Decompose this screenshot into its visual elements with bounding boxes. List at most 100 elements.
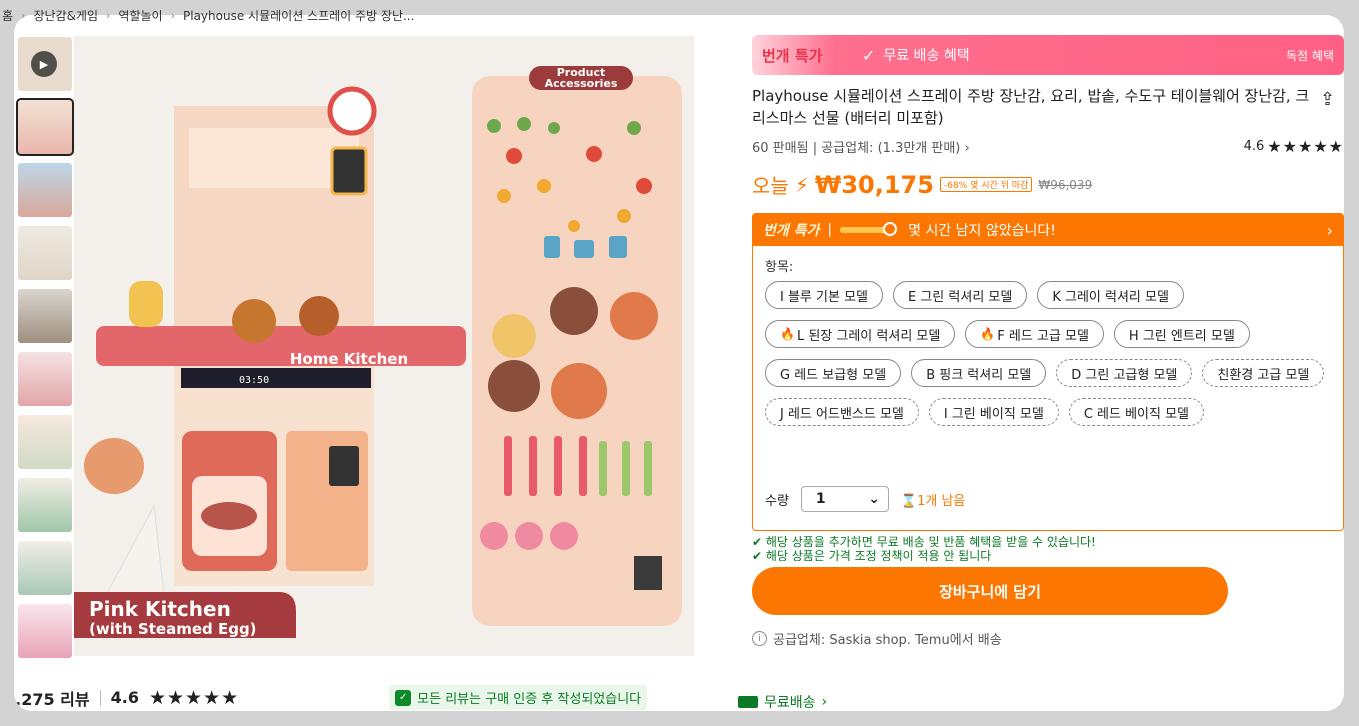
option-chip[interactable]: C 레드 베이직 모델 xyxy=(1068,398,1205,426)
chevron-down-icon: ⌄ xyxy=(868,491,880,507)
benefit-notes: ✔ 해당 상품을 추가하면 무료 배송 및 반품 혜택을 받을 수 있습니다! … xyxy=(752,535,1344,561)
lightning-icon: ⚡ xyxy=(794,172,809,197)
today-label: 오늘 xyxy=(752,174,789,198)
note-line: ✔ 해당 상품을 추가하면 무료 배송 및 반품 혜택을 받을 수 있습니다! xyxy=(752,535,1096,549)
thumbnail-item[interactable] xyxy=(18,163,72,217)
review-rating: 4.6 xyxy=(110,688,139,707)
free-shipping-link[interactable]: 무료배송 › xyxy=(738,692,827,712)
verified-notice: ✓ 모든 리뷰는 구매 인증 후 작성되었습니다 xyxy=(389,685,648,710)
supplier-sales[interactable]: (1.3만개 판매) xyxy=(878,141,961,156)
review-count[interactable]: 1,275 리뷰 xyxy=(14,686,90,710)
option-label: D 그린 고급형 모델 xyxy=(1071,367,1178,383)
check-icon: ✓ xyxy=(862,45,876,65)
options-box: 번개 특가 | 몇 시간 남지 않았습니다! › 항목: I 블루 기본 모델 E… xyxy=(752,213,1344,531)
thumbnail-list[interactable]: ▶ xyxy=(16,37,76,667)
option-label: E 그린 럭셔리 모델 xyxy=(908,289,1013,305)
option-chip[interactable]: 🔥 L 된장 그레이 럭셔리 모델 xyxy=(765,320,956,348)
option-chip[interactable]: B 핑크 럭셔리 모델 xyxy=(911,359,1047,387)
option-label: K 그레이 럭셔리 모델 xyxy=(1052,289,1169,305)
option-chip[interactable]: G 레드 보급형 모델 xyxy=(765,359,902,387)
stock-left-text: 1개 남음 xyxy=(917,493,966,509)
thumbnail-item[interactable] xyxy=(16,98,74,156)
breadcrumb: 홈 › 장난감&게임 › 역할놀이 › Playhouse 시뮬레이션 스프레이… xyxy=(0,0,414,30)
discount-badge: -68% 몇 시간 뒤 마감 xyxy=(939,177,1033,192)
kitchen-illustration: Product Accessories Home Kitchen 03:50 P… xyxy=(74,36,694,656)
breadcrumb-toys[interactable]: 장난감&게임 xyxy=(33,7,98,24)
option-label: H 그린 엔트리 모델 xyxy=(1128,328,1235,344)
stock-left: ⌛1개 남음 xyxy=(901,490,965,509)
chevron-right-icon: › xyxy=(21,8,26,22)
breadcrumb-roleplay[interactable]: 역할놀이 xyxy=(118,7,162,24)
seller-text: 공급업체: Saskia shop. Temu에서 배송 xyxy=(773,633,1002,648)
seller-line: i 공급업체: Saskia shop. Temu에서 배송 xyxy=(752,629,1344,648)
product-rating[interactable]: 4.6 ★★★★★ xyxy=(1244,137,1344,156)
clock-icon xyxy=(883,222,898,236)
flame-icon: 🔥 xyxy=(980,327,996,341)
option-label: B 핑크 럭셔리 모델 xyxy=(926,367,1032,383)
quantity-select[interactable]: 1 ⌄ xyxy=(800,486,889,512)
quantity-row: 수량 1 ⌄ ⌛1개 남음 xyxy=(765,486,965,512)
truck-icon xyxy=(738,696,758,708)
price-row: 오늘 ⚡ ₩30,175 -68% 몇 시간 뒤 마감 ₩96,039 xyxy=(752,170,1344,199)
thumbnail-video[interactable]: ▶ xyxy=(18,37,72,91)
product-modal: ▶ Product Accessories Home Kitchen 03:50… xyxy=(14,15,1344,711)
flash-progress-fill xyxy=(840,227,885,233)
sold-count: 60 판매됨 xyxy=(752,141,809,156)
option-label: F 레드 고급 모델 xyxy=(997,328,1089,344)
option-label: I 그린 베이직 모델 xyxy=(943,406,1044,422)
info-icon: i xyxy=(752,631,767,646)
option-label: L 된장 그레이 럭셔리 모델 xyxy=(796,328,941,344)
verified-text: 모든 리뷰는 구매 인증 후 작성되었습니다 xyxy=(417,692,642,707)
option-label: J 레드 어드밴스드 모델 xyxy=(780,406,904,422)
accessories-label-2: Accessories xyxy=(545,77,618,90)
chevron-right-icon: › xyxy=(821,694,828,710)
option-chip[interactable]: E 그린 럭셔리 모델 xyxy=(893,281,1028,309)
breadcrumb-current: Playhouse 시뮬레이션 스프레이 주방 장난... xyxy=(183,8,415,23)
product-details: 번개 특가 ✓ 무료 배송 혜택 독점 혜택 Playhouse 시뮬레이션 스… xyxy=(752,35,1344,648)
option-chip[interactable]: J 레드 어드밴스드 모델 xyxy=(765,398,919,426)
option-chip[interactable]: 🔥 F 레드 고급 모델 xyxy=(965,320,1104,348)
chevron-right-icon: › xyxy=(170,8,175,22)
original-price: ₩96,039 xyxy=(1038,177,1093,192)
thumbnail-item[interactable] xyxy=(18,289,72,343)
hourglass-icon: ⌛ xyxy=(900,493,918,509)
option-label: 친환경 고급 모델 xyxy=(1217,367,1310,383)
reviews-summary[interactable]: 1,275 리뷰 4.6 ★★★★★ ✓ 모든 리뷰는 구매 인증 후 작성되었… xyxy=(14,685,648,710)
note-text: 해당 상품을 추가하면 무료 배송 및 반품 혜택을 받을 수 있습니다! xyxy=(765,535,1096,549)
thumbnail-item[interactable] xyxy=(18,226,72,280)
thumbnail-item[interactable] xyxy=(18,541,72,595)
flash-deal-header[interactable]: 번개 특가 | 몇 시간 남지 않았습니다! › xyxy=(753,214,1343,246)
thumbnail-item[interactable] xyxy=(18,352,72,406)
star-rating-icon: ★★★★★ xyxy=(148,686,240,709)
promo-banner: 번개 특가 ✓ 무료 배송 혜택 독점 혜택 xyxy=(752,35,1344,75)
chevron-right-icon: › xyxy=(964,141,970,156)
exclusive-benefit: 독점 혜택 xyxy=(1286,48,1334,63)
free-shipping-text: 무료배송 xyxy=(764,695,816,711)
caption-line-2: (with Steamed Egg) xyxy=(89,620,257,638)
option-chip[interactable]: D 그린 고급형 모델 xyxy=(1056,359,1193,387)
chevron-right-icon[interactable]: › xyxy=(1327,221,1333,240)
option-list: I 블루 기본 모델 E 그린 럭셔리 모델 K 그레이 럭셔리 모델 🔥 L 된장 그… xyxy=(765,281,1325,426)
option-chip[interactable]: 친환경 고급 모델 xyxy=(1202,359,1325,387)
option-chip[interactable]: I 그린 베이직 모델 xyxy=(928,398,1059,426)
main-product-image[interactable]: Product Accessories Home Kitchen 03:50 P… xyxy=(74,36,694,656)
flash-time-text: 몇 시간 남지 않았습니다! xyxy=(908,223,1056,239)
thumbnail-item[interactable] xyxy=(18,415,72,469)
option-chip[interactable]: I 블루 기본 모델 xyxy=(765,281,883,309)
option-chip[interactable]: K 그레이 럭셔리 모델 xyxy=(1037,281,1184,309)
share-icon[interactable]: ⇪ xyxy=(1320,91,1338,109)
flash-progress xyxy=(840,222,898,236)
play-icon: ▶ xyxy=(31,51,57,77)
flash-deal-tag: 번개 특가 xyxy=(762,46,823,65)
option-chip[interactable]: H 그린 엔트리 모델 xyxy=(1113,320,1250,348)
option-label: C 레드 베이직 모델 xyxy=(1083,406,1190,422)
breadcrumb-home[interactable]: 홈 xyxy=(2,7,13,24)
option-label: G 레드 보급형 모델 xyxy=(780,367,887,383)
options-label: 항목: xyxy=(765,260,794,275)
star-rating-icon: ★★★★★ xyxy=(1267,137,1344,156)
kitchen-sign: Home Kitchen xyxy=(290,350,408,368)
thumbnail-item[interactable] xyxy=(18,604,72,658)
oven-display: 03:50 xyxy=(239,375,269,386)
thumbnail-item[interactable] xyxy=(18,478,72,532)
add-to-cart-button[interactable]: 장바구니에 담기 xyxy=(752,567,1228,615)
